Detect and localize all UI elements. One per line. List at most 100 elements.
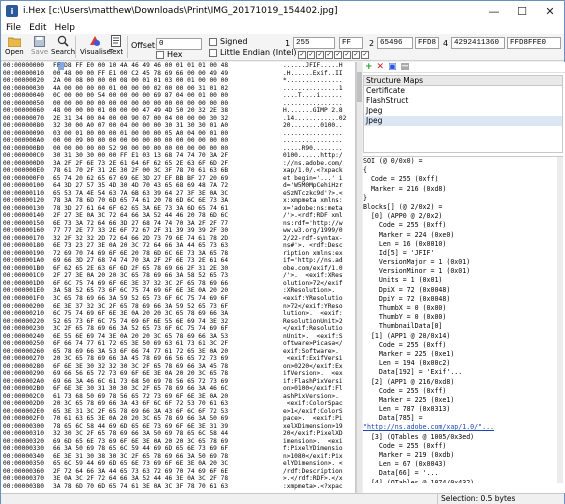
menu-edit[interactable]: Edit [29,23,46,33]
row-hex-bytes[interactable]: 78 61 70 2F 31 2E 30 2F 00 3C 3F 78 70 6… [53,167,283,175]
row-hex-bytes[interactable]: 52 65 73 6F 6C 75 74 69 6F 6E 55 6E 69 7… [53,318,283,326]
hex-row[interactable]: 00:00000120 78 3A 78 6D 70 6D 65 74 61 20… [1,197,355,205]
bit-2[interactable]: ✓ [316,51,324,59]
hex-row[interactable]: 00:000001C0 2F 27 3E 0A 20 20 3C 65 78 69… [1,272,355,280]
row-ascii[interactable]: .14............02 [283,115,353,123]
row-ascii[interactable]: >.</rdf:RDF>.</x [283,475,353,483]
row-hex-bytes[interactable]: 78 3A 78 6D 70 6D 65 74 61 20 78 6D 6C 6… [53,197,283,205]
hex-row[interactable]: 00:00000030 4A 00 00 00 00 01 00 00 00 02… [1,85,355,93]
row-hex-bytes[interactable]: 65 74 20 62 65 67 69 6E 3D 27 EF BB BF 2… [53,175,283,183]
hex-row[interactable]: 00:00000220 52 65 73 6F 6C 75 74 69 6F 6E… [1,318,355,326]
structure-line[interactable]: } [363,194,563,203]
row-hex-bytes[interactable]: 70 61 63 65 3E 0A 20 20 3C 65 78 69 66 3… [53,415,283,423]
structure-line[interactable]: SOI (@ 0/0x0) = [363,157,563,166]
hex-row[interactable]: 00:00000350 65 6C 59 44 69 6D 65 6E 73 69… [1,460,355,468]
row-hex-bytes[interactable]: 65 78 69 66 3A 53 6F 66 74 77 61 72 65 3… [53,348,283,356]
row-ascii[interactable]: oftware>Picasa</ [283,340,353,348]
structure-line[interactable]: Blocks[] (@ 2/0x2) = [363,203,563,212]
hex-row[interactable]: 00:00000230 3C 2F 65 78 69 66 3A 52 65 73… [1,325,355,333]
row-offset[interactable]: 00:000000D0 [1,160,53,168]
word-dec-field[interactable]: 65496 [377,37,413,49]
row-hex-bytes[interactable]: 3C 2F 65 78 69 66 3A 52 65 73 6F 6C 75 7… [53,325,283,333]
hex-row[interactable]: 00:00000380 3A 78 6D 70 6D 65 74 61 3E 0A… [1,483,355,491]
row-hex-bytes[interactable]: 32 30 00 A0 07 00 04 00 00 00 30 31 30 3… [53,122,283,130]
structure-line[interactable]: Marker = 216 (0xd8) [363,185,563,194]
minimize-button[interactable]: — [480,1,508,21]
row-ascii[interactable]: ns:rdf='http://w [283,220,353,228]
row-ascii[interactable]: .H......Exif..II [283,70,353,78]
row-ascii[interactable]: 20</exif:PixelXD [283,430,353,438]
structure-line[interactable]: ThumbY = 0 (0x00) [363,313,563,322]
row-offset[interactable]: 00:00000310 [1,430,53,438]
row-hex-bytes[interactable]: 2A 00 08 00 00 00 08 00 01 01 03 00 01 0… [53,77,283,85]
row-hex-bytes[interactable]: FF D8 FF E0 00 10 4A 46 49 46 00 01 01 0… [53,62,283,70]
row-ascii[interactable]: if='http://ns.ad [283,257,353,265]
structure-line[interactable]: VersionMajor = 1 (0x01) [363,258,563,267]
row-offset[interactable]: 00:00000070 [1,115,53,123]
row-hex-bytes[interactable]: 00 48 00 00 FF E1 00 C2 45 78 69 66 00 0… [53,70,283,78]
row-offset[interactable]: 00:000000A0 [1,137,53,145]
row-offset[interactable]: 00:000000F0 [1,175,53,183]
hex-row[interactable]: 00:00000160 77 77 2E 77 33 2E 6F 72 67 2F… [1,227,355,235]
row-hex-bytes[interactable]: 6E 73 3A 72 64 66 3D 27 68 74 74 70 3A 2… [53,220,283,228]
structure-line[interactable]: Marker = 224 (0xe0) [363,231,563,240]
bit-7[interactable]: ✓ [361,51,369,59]
row-ascii[interactable]: </exif:Resolutio [283,325,353,333]
row-ascii[interactable]: ifVersion>. <ex [283,370,353,378]
row-hex-bytes[interactable]: 3A 2F 2F 6E 73 2E 61 64 6F 62 65 2E 63 6… [53,160,283,168]
map-item-jpeg-selected[interactable]: Jpeg [364,116,562,126]
hex-row[interactable]: 00:000002D0 20 3C 65 78 69 66 3A 43 6F 6C… [1,400,355,408]
bit-6[interactable]: ✓ [352,51,360,59]
row-hex-bytes[interactable]: 00 00 00 00 00 52 90 00 00 00 00 00 00 0… [53,145,283,153]
dword-dec-field[interactable]: 4292411360 [451,37,505,49]
hex-row[interactable]: 00:00000200 6E 3E 37 32 3C 2F 65 78 69 66… [1,303,355,311]
row-hex-bytes[interactable]: 6F 6E 3E 30 31 30 30 3C 2F 65 78 69 66 3… [53,385,283,393]
row-ascii[interactable]: on>0220</exif:Ex [283,363,353,371]
open-button[interactable]: Open [5,35,24,56]
row-offset[interactable]: 00:00000230 [1,325,53,333]
hex-row[interactable]: 00:00000150 6E 73 3A 72 64 66 3D 27 68 74… [1,220,355,228]
row-hex-bytes[interactable]: 69 66 56 65 72 73 69 6F 6E 3E 0A 20 20 3… [53,370,283,378]
row-offset[interactable]: 00:00000290 [1,370,53,378]
hex-row[interactable]: 00:000000A0 00 00 09 00 00 00 00 00 00 00… [1,137,355,145]
row-hex-bytes[interactable]: 6F 6C 75 74 69 6F 6E 3E 37 32 3C 2F 65 7… [53,280,283,288]
row-hex-bytes[interactable]: 30 31 30 30 00 00 FF E1 03 13 68 74 74 7… [53,152,283,160]
row-ascii[interactable]: .....R90........ [283,145,353,153]
visualise-button[interactable]: Visualise [80,35,111,56]
hex-row[interactable]: 00:00000310 32 30 3C 2F 65 78 69 66 3A 50… [1,430,355,438]
map-item-certificate[interactable]: Certificate [364,86,562,96]
structure-line[interactable]: Marker = 225 (0xe1) [363,396,563,405]
row-ascii[interactable]: ................ [283,130,353,138]
hex-row[interactable]: 00:00000240 6E 55 6E 69 74 3E 0A 20 20 3C… [1,333,355,341]
row-offset[interactable]: 00:00000180 [1,242,53,250]
row-hex-bytes[interactable]: 6F 66 74 77 61 72 65 3E 50 69 63 61 73 6… [53,340,283,348]
row-offset[interactable]: 00:00000140 [1,212,53,220]
structure-line[interactable]: Len = 787 (0x0313) [363,405,563,414]
dword-hex-field[interactable]: FFD8FFE0 [507,37,561,49]
row-offset[interactable]: 00:000002D0 [1,400,53,408]
row-ascii[interactable]: elYDimension>. < [283,460,353,468]
structure-line[interactable]: DpiX = 72 (0x0048) [363,286,563,295]
hex-row[interactable]: 00:00000020 2A 00 08 00 00 00 08 00 01 01… [1,77,355,85]
structure-scrollbar[interactable] [557,157,563,483]
map-item-jpeg[interactable]: Jpeg [364,106,562,116]
row-ascii[interactable]: ://ns.adobe.com/ [283,160,353,168]
row-offset[interactable]: 00:00000060 [1,107,53,115]
structure-line[interactable]: [1] (APP1 @ 20/0x14) [363,332,563,341]
structure-line[interactable]: { [363,166,563,175]
row-offset[interactable]: 00:00000030 [1,85,53,93]
text-button[interactable]: Text [109,35,123,56]
row-offset[interactable]: 00:000001C0 [1,272,53,280]
row-hex-bytes[interactable]: 61 73 68 50 69 78 56 65 72 73 69 6F 6E 3… [53,393,283,401]
structure-line[interactable]: [2] (APP1 @ 216/0xd8) [363,378,563,387]
hex-row[interactable]: 00:00000180 6E 73 23 27 3E 0A 20 3C 72 64… [1,242,355,250]
structure-line[interactable]: Units = 1 (0x01) [363,276,563,285]
hex-row[interactable]: 00:000000B0 00 00 00 00 00 52 90 00 00 00… [1,145,355,153]
hex-row[interactable]: 00:00000330 66 3A 50 69 78 65 6C 59 44 69… [1,445,355,453]
row-ascii[interactable]: n>72</exif:YReso [283,303,353,311]
row-offset[interactable]: 00:00000040 [1,92,53,100]
structure-line[interactable]: Len = 194 (0x00c2) [363,359,563,368]
row-hex-bytes[interactable]: 6C 75 74 69 6F 6E 3E 0A 20 20 3C 65 78 6… [53,310,283,318]
row-offset[interactable]: 00:00000280 [1,363,53,371]
hex-row[interactable]: 00:00000260 65 78 69 66 3A 53 6F 66 74 77… [1,348,355,356]
